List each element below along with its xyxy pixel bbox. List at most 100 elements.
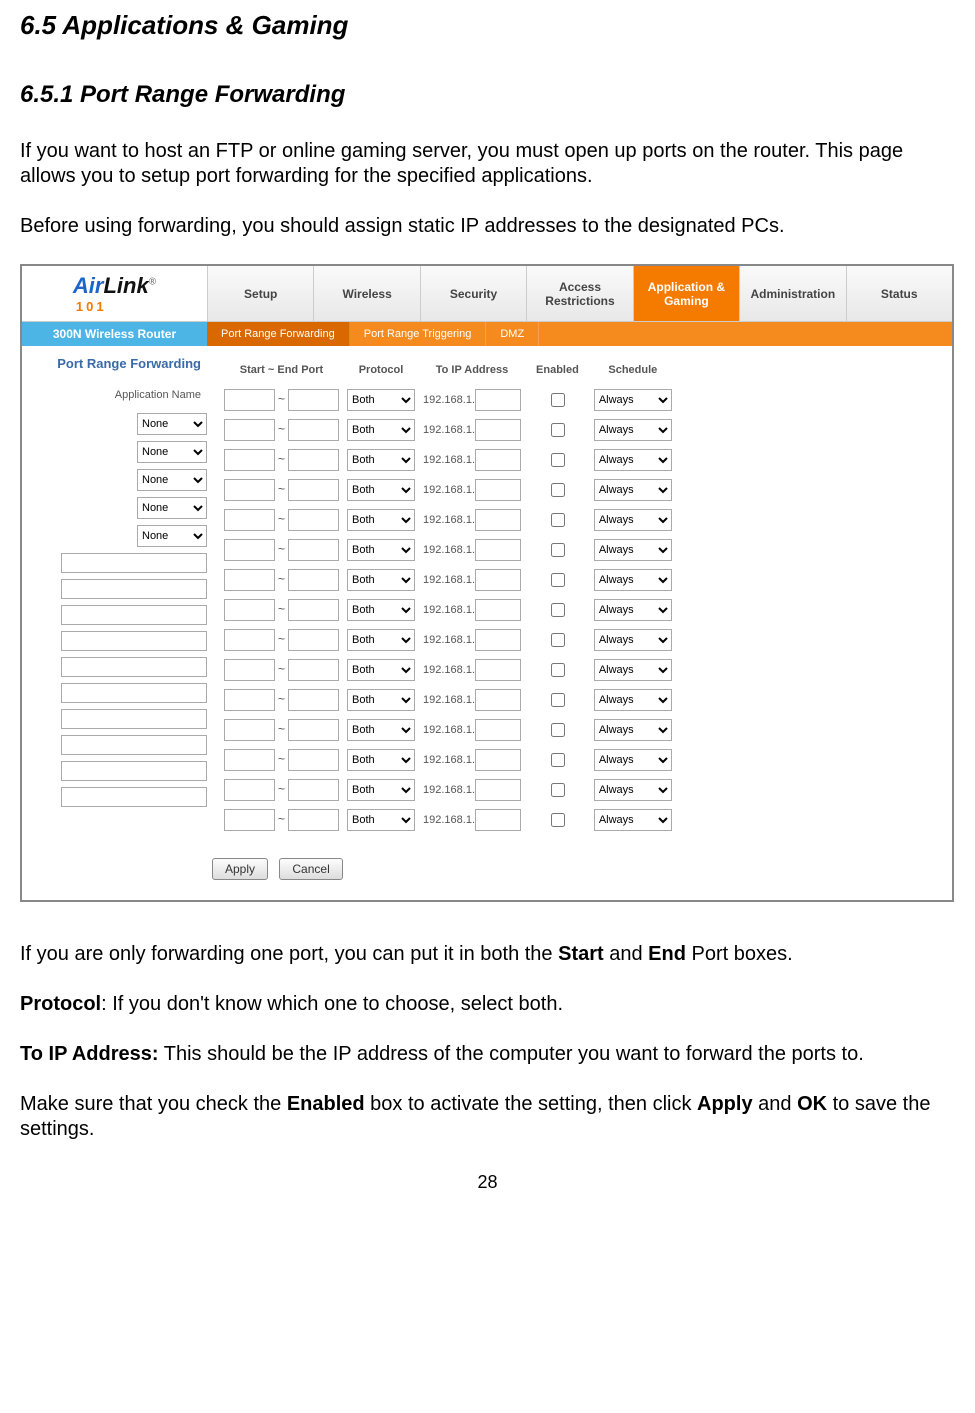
ip-last-octet-input[interactable] [475, 449, 521, 471]
schedule-select[interactable]: Always [594, 599, 672, 621]
ip-last-octet-input[interactable] [475, 509, 521, 531]
schedule-select[interactable]: Always [594, 689, 672, 711]
application-select[interactable]: None [137, 469, 207, 491]
start-port-input[interactable] [224, 629, 275, 651]
ip-last-octet-input[interactable] [475, 809, 521, 831]
schedule-select[interactable]: Always [594, 719, 672, 741]
enabled-checkbox[interactable] [551, 393, 565, 407]
schedule-select[interactable]: Always [594, 419, 672, 441]
ip-last-octet-input[interactable] [475, 569, 521, 591]
apply-button[interactable]: Apply [212, 858, 268, 880]
protocol-select[interactable]: Both [347, 389, 415, 411]
ip-last-octet-input[interactable] [475, 749, 521, 771]
main-tab-wireless[interactable]: Wireless [313, 266, 419, 321]
protocol-select[interactable]: Both [347, 779, 415, 801]
end-port-input[interactable] [288, 719, 339, 741]
end-port-input[interactable] [288, 689, 339, 711]
application-name-input[interactable] [61, 709, 207, 729]
enabled-checkbox[interactable] [551, 753, 565, 767]
start-port-input[interactable] [224, 779, 275, 801]
protocol-select[interactable]: Both [347, 569, 415, 591]
ip-last-octet-input[interactable] [475, 539, 521, 561]
end-port-input[interactable] [288, 749, 339, 771]
protocol-select[interactable]: Both [347, 449, 415, 471]
start-port-input[interactable] [224, 509, 275, 531]
protocol-select[interactable]: Both [347, 659, 415, 681]
enabled-checkbox[interactable] [551, 603, 565, 617]
schedule-select[interactable]: Always [594, 539, 672, 561]
end-port-input[interactable] [288, 389, 339, 411]
application-select[interactable]: None [137, 525, 207, 547]
sub-tab-port-range-forwarding[interactable]: Port Range Forwarding [207, 322, 350, 346]
schedule-select[interactable]: Always [594, 449, 672, 471]
start-port-input[interactable] [224, 569, 275, 591]
ip-last-octet-input[interactable] [475, 389, 521, 411]
end-port-input[interactable] [288, 509, 339, 531]
end-port-input[interactable] [288, 809, 339, 831]
enabled-checkbox[interactable] [551, 513, 565, 527]
protocol-select[interactable]: Both [347, 809, 415, 831]
end-port-input[interactable] [288, 569, 339, 591]
application-name-input[interactable] [61, 605, 207, 625]
end-port-input[interactable] [288, 659, 339, 681]
enabled-checkbox[interactable] [551, 693, 565, 707]
application-name-input[interactable] [61, 787, 207, 807]
protocol-select[interactable]: Both [347, 719, 415, 741]
ip-last-octet-input[interactable] [475, 479, 521, 501]
start-port-input[interactable] [224, 809, 275, 831]
ip-last-octet-input[interactable] [475, 659, 521, 681]
application-name-input[interactable] [61, 683, 207, 703]
application-name-input[interactable] [61, 631, 207, 651]
end-port-input[interactable] [288, 779, 339, 801]
end-port-input[interactable] [288, 419, 339, 441]
enabled-checkbox[interactable] [551, 663, 565, 677]
schedule-select[interactable]: Always [594, 629, 672, 651]
start-port-input[interactable] [224, 749, 275, 771]
end-port-input[interactable] [288, 599, 339, 621]
start-port-input[interactable] [224, 389, 275, 411]
start-port-input[interactable] [224, 449, 275, 471]
application-name-input[interactable] [61, 657, 207, 677]
ip-last-octet-input[interactable] [475, 719, 521, 741]
enabled-checkbox[interactable] [551, 813, 565, 827]
start-port-input[interactable] [224, 419, 275, 441]
start-port-input[interactable] [224, 689, 275, 711]
ip-last-octet-input[interactable] [475, 419, 521, 441]
sub-tab-port-range-triggering[interactable]: Port Range Triggering [350, 322, 487, 346]
enabled-checkbox[interactable] [551, 783, 565, 797]
schedule-select[interactable]: Always [594, 809, 672, 831]
schedule-select[interactable]: Always [594, 569, 672, 591]
end-port-input[interactable] [288, 479, 339, 501]
schedule-select[interactable]: Always [594, 509, 672, 531]
enabled-checkbox[interactable] [551, 453, 565, 467]
application-select[interactable]: None [137, 441, 207, 463]
schedule-select[interactable]: Always [594, 779, 672, 801]
start-port-input[interactable] [224, 479, 275, 501]
application-name-input[interactable] [61, 579, 207, 599]
ip-last-octet-input[interactable] [475, 599, 521, 621]
enabled-checkbox[interactable] [551, 543, 565, 557]
enabled-checkbox[interactable] [551, 633, 565, 647]
protocol-select[interactable]: Both [347, 509, 415, 531]
main-tab-application-gaming[interactable]: Application & Gaming [633, 266, 739, 321]
main-tab-status[interactable]: Status [846, 266, 952, 321]
application-select[interactable]: None [137, 413, 207, 435]
end-port-input[interactable] [288, 539, 339, 561]
start-port-input[interactable] [224, 719, 275, 741]
ip-last-octet-input[interactable] [475, 689, 521, 711]
schedule-select[interactable]: Always [594, 749, 672, 771]
protocol-select[interactable]: Both [347, 749, 415, 771]
end-port-input[interactable] [288, 449, 339, 471]
enabled-checkbox[interactable] [551, 723, 565, 737]
start-port-input[interactable] [224, 599, 275, 621]
protocol-select[interactable]: Both [347, 479, 415, 501]
cancel-button[interactable]: Cancel [279, 858, 342, 880]
protocol-select[interactable]: Both [347, 419, 415, 441]
start-port-input[interactable] [224, 659, 275, 681]
protocol-select[interactable]: Both [347, 689, 415, 711]
enabled-checkbox[interactable] [551, 423, 565, 437]
ip-last-octet-input[interactable] [475, 629, 521, 651]
start-port-input[interactable] [224, 539, 275, 561]
protocol-select[interactable]: Both [347, 629, 415, 651]
sub-tab-dmz[interactable]: DMZ [486, 322, 539, 346]
